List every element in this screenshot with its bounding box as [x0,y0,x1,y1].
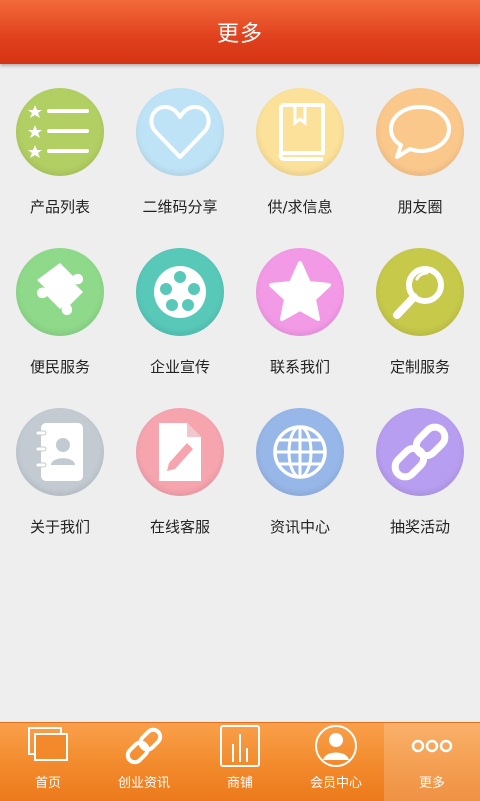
menu-item-label: 资讯中心 [269,518,330,536]
book-icon [256,88,344,176]
home-windows-icon [28,727,68,761]
more-dots-icon [411,739,453,753]
heart-icon [136,88,224,176]
menu-item-lottery[interactable]: 抽奖活动 [360,408,480,568]
tab-home[interactable]: 首页 [0,723,96,801]
star-icon [256,248,344,336]
header-bar: 更多 [0,0,480,64]
bar-chart-icon [220,725,260,767]
menu-item-label: 供/求信息 [267,198,333,216]
menu-item-label: 便民服务 [29,358,90,376]
film-reel-icon [136,248,224,336]
menu-item-contact-us[interactable]: 联系我们 [240,248,360,408]
menu-item-label: 产品列表 [29,198,90,216]
menu-item-custom-service[interactable]: 定制服务 [360,248,480,408]
menu-item-label: 联系我们 [269,358,330,376]
speech-bubble-icon [376,88,464,176]
tab-label: 创业资讯 [117,776,170,791]
chain-link-icon [376,408,464,496]
tab-member-center[interactable]: 会员中心 [288,723,384,801]
document-pencil-icon [136,408,224,496]
menu-item-label: 关于我们 [29,518,90,536]
address-book-icon [16,408,104,496]
menu-item-qr-share[interactable]: 二维码分享 [120,88,240,248]
tab-label: 更多 [418,776,445,791]
menu-item-label: 抽奖活动 [389,518,450,536]
menu-item-label: 在线客服 [149,518,210,536]
magnifier-icon [376,248,464,336]
menu-grid: 产品列表 二维码分享 供/求信息 朋友圈 便民服务 企业宣传 联系我们 定制服务… [0,88,480,568]
puzzle-piece-icon [16,248,104,336]
tab-label: 会员中心 [309,776,362,791]
menu-item-company-promo[interactable]: 企业宣传 [120,248,240,408]
menu-item-product-list[interactable]: 产品列表 [0,88,120,248]
menu-item-label: 朋友圈 [397,198,443,216]
menu-item-online-support[interactable]: 在线客服 [120,408,240,568]
menu-item-label: 二维码分享 [142,198,218,216]
menu-item-convenience-service[interactable]: 便民服务 [0,248,120,408]
menu-item-label: 企业宣传 [149,358,210,376]
list-with-stars-icon [16,88,104,176]
menu-item-friends-circle[interactable]: 朋友圈 [360,88,480,248]
menu-item-label: 定制服务 [389,358,450,376]
menu-item-news-center[interactable]: 资讯中心 [240,408,360,568]
bottom-tab-bar: 首页 创业资讯 商铺 会员中心 更多 [0,722,480,801]
tab-label: 首页 [34,776,61,791]
menu-item-about-us[interactable]: 关于我们 [0,408,120,568]
user-icon [315,725,357,767]
tab-label: 商铺 [226,776,253,791]
tab-shops[interactable]: 商铺 [192,723,288,801]
tab-more[interactable]: 更多 [384,723,480,801]
tab-startup-news[interactable]: 创业资讯 [96,723,192,801]
link-icon [125,727,163,765]
globe-icon [256,408,344,496]
page-title: 更多 [216,22,263,47]
menu-item-supply-demand[interactable]: 供/求信息 [240,88,360,248]
